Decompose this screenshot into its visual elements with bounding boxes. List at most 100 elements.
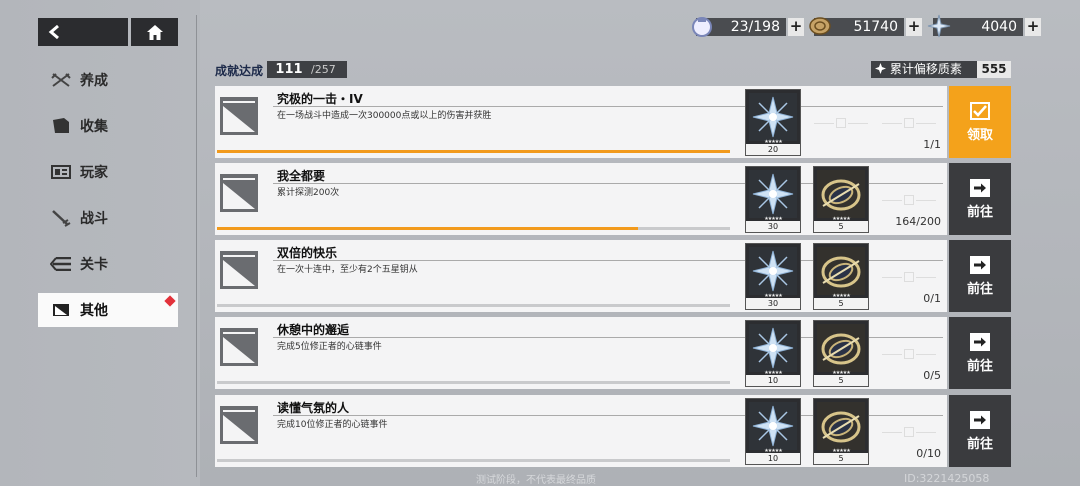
go-arrow-icon	[970, 178, 990, 197]
go-arrow-icon	[970, 255, 990, 274]
back-button[interactable]	[38, 18, 128, 46]
claim-button[interactable]: 领取	[949, 86, 1011, 158]
sidebar-item-label: 玩家	[80, 165, 108, 181]
reward-count: 10	[746, 453, 800, 464]
reward-count: 5	[814, 221, 868, 232]
achievement-count-label: 成就达成	[215, 64, 264, 78]
achievement-card: 双倍的快乐 在一次十连中，至少有2个五星钥从 0/1 ★★★★★ 30 ★★★★★ 5 前往	[215, 240, 1011, 312]
home-button[interactable]	[131, 18, 178, 46]
achieved-count: 111	[275, 62, 303, 77]
reward-item[interactable]: ★★★★★ 10	[745, 320, 801, 387]
go-arrow-icon	[970, 332, 990, 351]
reward-item[interactable]: ★★★★★ 5	[813, 243, 869, 310]
sidebar-item-player[interactable]: 玩家	[38, 155, 178, 189]
sidebar-item-battle[interactable]: 战斗	[38, 201, 178, 235]
add-crystal-button[interactable]: +	[1025, 18, 1041, 36]
achievement-card: 休憩中的邂逅 完成5位修正者的心链事件 0/5 ★★★★★ 10 ★★★★★ 5 前往	[215, 317, 1011, 389]
reward-count: 5	[814, 375, 868, 386]
action-label: 领取	[966, 127, 993, 143]
ring-reward-icon	[817, 324, 865, 372]
back-arrow-icon	[48, 25, 59, 39]
achievement-description: 在一场战斗中造成一次300000点或以上的伤害并获胜	[277, 111, 492, 121]
reward-list: ★★★★★ 30 ★★★★★ 5	[745, 163, 945, 235]
reward-count: 30	[746, 221, 800, 232]
sidebar-item-label: 收集	[80, 119, 108, 135]
go-button[interactable]: 前往	[949, 163, 1011, 235]
action-label: 前往	[966, 204, 993, 220]
crystal-reward-icon	[749, 247, 797, 295]
achievement-description: 完成10位修正者的心链事件	[277, 420, 388, 430]
achievement-badge-icon	[220, 251, 258, 289]
progress-bar	[217, 381, 730, 384]
divider	[196, 15, 197, 477]
sidebar-item-develop[interactable]: 养成	[38, 63, 178, 97]
reward-item[interactable]: ★★★★★ 5	[813, 166, 869, 233]
achievement-title: 读懂气氛的人	[277, 401, 350, 415]
coin-icon	[809, 17, 831, 35]
progress-bar	[217, 459, 730, 462]
achievement-body: 双倍的快乐 在一次十连中，至少有2个五星钥从 0/1 ★★★★★ 30 ★★★★★ 5	[215, 240, 947, 312]
resource-stamina: 23/198 +	[692, 17, 804, 37]
folder-icon	[50, 117, 72, 135]
achieved-total: /257	[311, 63, 336, 76]
reward-item[interactable]: ★★★★★ 30	[745, 166, 801, 233]
sidebar-item-stage[interactable]: 关卡	[38, 247, 178, 281]
notification-badge	[164, 295, 176, 307]
achievement-description: 完成5位修正者的心链事件	[277, 342, 382, 352]
action-label: 前往	[966, 281, 993, 297]
achievement-title: 双倍的快乐	[277, 246, 338, 260]
achievement-badge-icon	[220, 97, 258, 135]
reward-item[interactable]: ★★★★★ 5	[813, 398, 869, 465]
crystal-reward-icon	[749, 93, 797, 141]
reward-item[interactable]: ★★★★★ 5	[813, 320, 869, 387]
achievement-card: 究极的一击・IV 在一场战斗中造成一次300000点或以上的伤害并获胜 1/1 ★★★…	[215, 86, 1011, 158]
go-button[interactable]: 前往	[949, 240, 1011, 312]
offset-quality-icon	[875, 63, 886, 74]
go-button[interactable]: 前往	[949, 395, 1011, 467]
progress-bar	[217, 227, 730, 230]
achievement-body: 究极的一击・IV 在一场战斗中造成一次300000点或以上的伤害并获胜 1/1 ★★★…	[215, 86, 947, 158]
achievement-body: 我全都要 累计探测200次 164/200 ★★★★★ 30 ★★★★★ 5	[215, 163, 947, 235]
sidebar-item-label: 其他	[80, 303, 108, 319]
offset-quality-label: 累计偏移质素	[889, 62, 962, 76]
reward-item[interactable]: ★★★★★ 10	[745, 398, 801, 465]
reward-item[interactable]: ★★★★★ 30	[745, 243, 801, 310]
progress-fill	[217, 150, 730, 153]
profile-card-icon	[50, 163, 72, 181]
empty-reward-slot	[878, 166, 940, 233]
action-label: 前往	[966, 358, 993, 374]
achievement-badge-icon	[220, 328, 258, 366]
other-flag-icon	[50, 301, 72, 319]
empty-reward-slot	[878, 243, 940, 310]
progress-bar	[217, 304, 730, 307]
resource-crystal: 4040 +	[927, 14, 1041, 38]
go-button[interactable]: 前往	[949, 317, 1011, 389]
achievement-title: 我全都要	[277, 169, 326, 183]
add-stamina-button[interactable]: +	[788, 18, 804, 36]
reward-count: 20	[746, 144, 800, 155]
add-coin-button[interactable]: +	[906, 18, 922, 36]
achievement-count: 111/257	[267, 61, 347, 78]
sword-icon	[50, 209, 72, 227]
sidebar-item-other[interactable]: 其他	[38, 293, 178, 327]
reward-count: 5	[814, 298, 868, 309]
sidebar-item-label: 关卡	[80, 257, 108, 273]
reward-count: 30	[746, 298, 800, 309]
sidebar-item-collect[interactable]: 收集	[38, 109, 178, 143]
achievement-title: 究极的一击・IV	[277, 92, 363, 106]
reward-item[interactable]: ★★★★★ 20	[745, 89, 801, 156]
offset-quality-value: 555	[977, 61, 1011, 78]
user-id: ID:3221425058	[904, 472, 990, 485]
ring-reward-icon	[817, 402, 865, 450]
achievement-card: 我全都要 累计探测200次 164/200 ★★★★★ 30 ★★★★★ 5 前往	[215, 163, 1011, 235]
crystal-reward-icon	[749, 324, 797, 372]
achievement-body: 读懂气氛的人 完成10位修正者的心链事件 0/10 ★★★★★ 10 ★★★★★ 5	[215, 395, 947, 467]
footer-notice: 测试阶段，不代表最终品质	[476, 475, 596, 486]
progress-bar	[217, 150, 730, 153]
achievement-badge-icon	[220, 406, 258, 444]
go-arrow-icon	[970, 410, 990, 429]
empty-reward-slot	[810, 89, 872, 156]
achievement-description: 在一次十连中，至少有2个五星钥从	[277, 265, 418, 275]
sidebar-item-label: 养成	[80, 73, 108, 89]
reward-list: ★★★★★ 10 ★★★★★ 5	[745, 395, 945, 467]
